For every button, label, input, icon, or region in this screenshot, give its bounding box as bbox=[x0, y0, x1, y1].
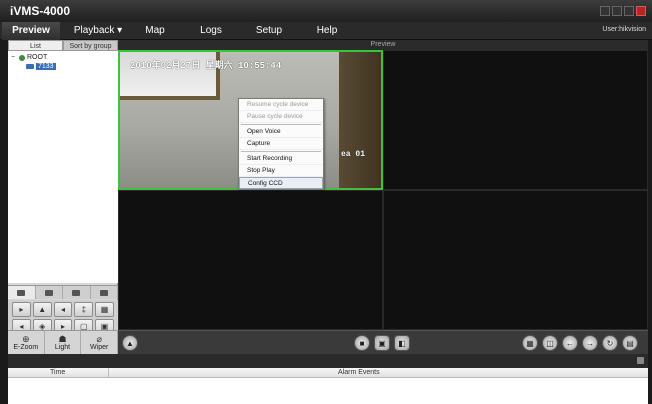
user-icon[interactable] bbox=[600, 6, 610, 16]
menu-help[interactable]: Help bbox=[312, 22, 342, 40]
video-cell-3[interactable] bbox=[118, 190, 383, 330]
ptz-tab-control[interactable] bbox=[8, 286, 36, 299]
root-icon bbox=[19, 54, 25, 61]
video-door bbox=[339, 52, 381, 188]
ptz-tab-preset[interactable] bbox=[36, 286, 63, 299]
user-label: User:hikvision bbox=[602, 26, 646, 33]
ptz-extra-tools: ⊕ E-Zoom ☗ Light ⌀ Wiper bbox=[8, 330, 119, 354]
tree-camera-label: 7133 bbox=[36, 63, 56, 70]
stop-all-icon[interactable]: ■ bbox=[354, 335, 370, 351]
menu-bar: Preview Playback ▾ Map Logs Setup Help U… bbox=[0, 22, 652, 40]
alarm-bar bbox=[8, 354, 648, 368]
tab-sort-by-group[interactable]: Sort by group bbox=[63, 40, 118, 51]
left-panel: List Sort by group − ROOT 7133 ▸ ▲ ◂ ‡ ▦… bbox=[8, 40, 118, 363]
device-tree: − ROOT 7133 bbox=[8, 51, 118, 283]
preview-toolbar: ▲ ■ ▣ ◧ ▦ ◫ ← → ↻ ▤ bbox=[118, 330, 648, 354]
wiper-label: Wiper bbox=[90, 344, 109, 351]
e-zoom-label: E-Zoom bbox=[13, 344, 39, 351]
layout-icon[interactable]: ▦ bbox=[522, 335, 538, 351]
menu-separator bbox=[241, 124, 321, 125]
menu-capture[interactable]: Capture bbox=[239, 138, 323, 150]
e-zoom-button[interactable]: ⊕ E-Zoom bbox=[8, 331, 45, 354]
osd-datetime: 2010年02月27日 星期六 10:55:44 bbox=[130, 61, 282, 71]
title-bar: iVMS-4000 bbox=[0, 0, 652, 22]
ptz-tab-cruise[interactable] bbox=[63, 286, 91, 299]
collapse-icon[interactable] bbox=[637, 357, 644, 364]
cycle-icon[interactable]: ↻ bbox=[602, 335, 618, 351]
ptz-up-button[interactable]: ▲ bbox=[32, 302, 52, 318]
menu-stop-play[interactable]: Stop Play bbox=[239, 165, 323, 177]
ptz-iris-button[interactable]: ▦ bbox=[95, 302, 114, 318]
menu-map[interactable]: Map bbox=[140, 22, 170, 40]
wiper-icon: ⌀ bbox=[96, 334, 102, 344]
app-title: iVMS-4000 bbox=[10, 4, 71, 18]
preview-header: Preview bbox=[118, 40, 648, 50]
menu-open-voice[interactable]: Open Voice bbox=[239, 126, 323, 138]
alarm-warning-icon[interactable]: ▲ bbox=[122, 335, 138, 351]
wiper-button[interactable]: ⌀ Wiper bbox=[81, 331, 119, 354]
record-icon[interactable]: ▣ bbox=[374, 335, 390, 351]
menu-config-ccd[interactable]: Config CCD Parameters... bbox=[239, 177, 323, 199]
column-divider bbox=[108, 368, 109, 378]
column-time[interactable]: Time bbox=[50, 369, 65, 376]
alarm-events-table: Time Alarm Events bbox=[8, 368, 648, 404]
capture-icon[interactable]: ◧ bbox=[394, 335, 410, 351]
osd-camera-name: ea 01 bbox=[340, 150, 365, 159]
menu-preview[interactable]: Preview bbox=[2, 22, 60, 40]
light-label: Light bbox=[54, 344, 71, 351]
menu-playback[interactable]: Playback ▾ bbox=[70, 22, 126, 40]
alarm-table-header: Time Alarm Events bbox=[8, 368, 648, 378]
preview-grid: 2010年02月27日 星期六 10:55:44 ea 01 bbox=[118, 50, 648, 330]
menu-logs[interactable]: Logs bbox=[196, 22, 226, 40]
ptz-up-right-button[interactable]: ◂ bbox=[53, 302, 73, 318]
tree-root-label: ROOT bbox=[27, 54, 48, 61]
tree-root[interactable]: − ROOT bbox=[11, 54, 47, 61]
close-icon[interactable] bbox=[636, 6, 646, 16]
menu-separator bbox=[241, 151, 321, 152]
app-window: iVMS-4000 Preview Playback ▾ Map Logs Se… bbox=[0, 0, 652, 404]
cruise-icon bbox=[72, 289, 81, 296]
collapse-icon[interactable]: − bbox=[11, 54, 17, 61]
ptz-control-icon bbox=[17, 289, 26, 296]
previous-page-icon[interactable]: ← bbox=[562, 335, 578, 351]
color-icon bbox=[99, 289, 108, 296]
menu-resume-cycle[interactable]: Resume cycle device bbox=[239, 99, 323, 111]
flag-icon bbox=[44, 289, 53, 296]
column-alarm-events[interactable]: Alarm Events bbox=[338, 369, 380, 376]
ptz-up-left-button[interactable]: ▸ bbox=[12, 302, 31, 318]
video-cell-4[interactable] bbox=[383, 190, 648, 330]
menu-start-recording[interactable]: Start Recording bbox=[239, 153, 323, 165]
full-screen-icon[interactable]: ◫ bbox=[542, 335, 558, 351]
ptz-tab-color[interactable] bbox=[91, 286, 118, 299]
restore-icon[interactable] bbox=[612, 6, 622, 16]
light-button[interactable]: ☗ Light bbox=[45, 331, 82, 354]
light-icon: ☗ bbox=[58, 334, 67, 344]
context-menu: Resume cycle device Pause cycle device O… bbox=[238, 98, 324, 199]
menu-pause-cycle[interactable]: Pause cycle device bbox=[239, 111, 323, 123]
minimize-icon[interactable] bbox=[624, 6, 634, 16]
video-cell-2[interactable] bbox=[383, 50, 648, 190]
window-controls bbox=[600, 6, 646, 16]
zoom-icon: ⊕ bbox=[22, 334, 30, 344]
menu-setup[interactable]: Setup bbox=[252, 22, 286, 40]
device-tabs: List Sort by group bbox=[8, 40, 118, 51]
camera-icon bbox=[26, 64, 34, 69]
tab-list[interactable]: List bbox=[8, 40, 63, 51]
multi-screen-icon[interactable]: ▤ bbox=[622, 335, 638, 351]
ptz-tabs bbox=[8, 285, 118, 299]
ptz-focus-button[interactable]: ‡ bbox=[74, 302, 94, 318]
next-page-icon[interactable]: → bbox=[582, 335, 598, 351]
tree-camera[interactable]: 7133 bbox=[26, 63, 56, 70]
